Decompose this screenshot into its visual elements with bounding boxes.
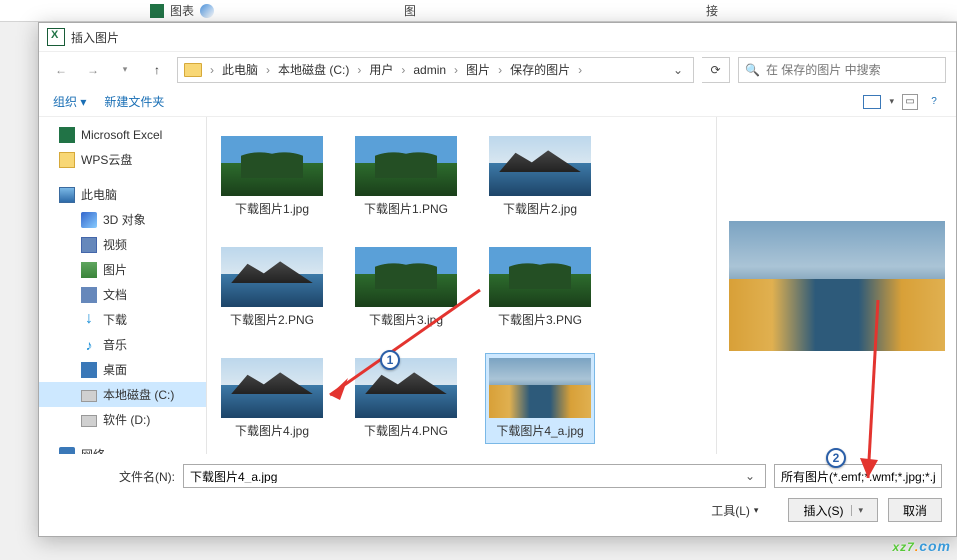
tree-item-3d[interactable]: 3D 对象 xyxy=(39,207,206,232)
cube-icon xyxy=(81,212,97,228)
forward-button[interactable]: → xyxy=(81,58,105,82)
background-ribbon: 图表 图 接 xyxy=(0,0,957,22)
disk-icon xyxy=(81,390,97,402)
file-name-label: 下载图片3.jpg xyxy=(369,311,443,328)
search-input[interactable] xyxy=(766,63,939,77)
filename-dropdown[interactable]: ⌄ xyxy=(741,469,759,483)
file-thumbnail xyxy=(489,247,591,307)
file-name-label: 下载图片4.jpg xyxy=(235,422,309,439)
preview-toggle-button[interactable]: ▭ xyxy=(902,94,918,110)
tree-item-wps[interactable]: WPS云盘 xyxy=(39,147,206,172)
pictures-icon xyxy=(81,262,97,278)
download-icon: ↓ xyxy=(81,312,97,328)
view-mode-button[interactable] xyxy=(863,95,881,109)
file-thumbnail xyxy=(355,358,457,418)
pc-icon xyxy=(59,187,75,203)
file-tile[interactable]: 下载图片4_a.jpg xyxy=(485,353,595,444)
cancel-button[interactable]: 取消 xyxy=(888,498,942,522)
desktop-icon xyxy=(81,362,97,378)
crumb[interactable]: 此电脑 xyxy=(218,61,262,78)
file-list[interactable]: 下载图片1.jpg 下载图片1.PNG 下载图片2.jpg 下载图片2.PNG 下载图片… xyxy=(207,117,716,454)
file-thumbnail xyxy=(489,358,591,418)
wps-folder-icon xyxy=(59,152,75,168)
network-icon xyxy=(59,447,75,455)
dialog-titlebar: 插入图片 xyxy=(39,23,956,51)
documents-icon xyxy=(81,287,97,303)
breadcrumb-dropdown[interactable]: ⌄ xyxy=(669,63,687,77)
file-name-label: 下载图片3.PNG xyxy=(498,311,582,328)
file-name-label: 下载图片4_a.jpg xyxy=(496,422,583,439)
file-tile[interactable]: 下载图片4.jpg xyxy=(217,353,327,444)
music-icon: ♪ xyxy=(81,337,97,353)
file-name-label: 下载图片1.jpg xyxy=(235,200,309,217)
disk-icon xyxy=(81,415,97,427)
file-tile[interactable]: 下载图片1.jpg xyxy=(217,131,327,222)
file-tile[interactable]: 下载图片3.PNG xyxy=(485,242,595,333)
file-type-filter[interactable]: 所有图片(*.emf;*.wmf;*.jpg;*.jp xyxy=(774,464,942,488)
tree-item-downloads[interactable]: ↓下载 xyxy=(39,307,206,332)
folder-icon xyxy=(184,63,202,77)
crumb[interactable]: 用户 xyxy=(365,61,397,78)
file-name-label: 下载图片1.PNG xyxy=(364,200,448,217)
refresh-button[interactable]: ⟳ xyxy=(702,57,730,83)
help-button[interactable]: ? xyxy=(926,94,942,110)
tree-item-pictures[interactable]: 图片 xyxy=(39,257,206,282)
tree-item-disk-c[interactable]: 本地磁盘 (C:) xyxy=(39,382,206,407)
excel-icon xyxy=(47,28,65,46)
crumb[interactable]: 本地磁盘 (C:) xyxy=(274,61,353,78)
search-box[interactable]: 🔍 xyxy=(738,57,946,83)
up-button[interactable]: ↑ xyxy=(145,58,169,82)
file-name-label: 下载图片4.PNG xyxy=(364,422,448,439)
filename-combobox[interactable]: ⌄ xyxy=(183,464,766,488)
tree-item-video[interactable]: 视频 xyxy=(39,232,206,257)
recent-dropdown[interactable]: ▾ xyxy=(113,58,137,82)
insert-button[interactable]: 插入(S) xyxy=(788,498,878,522)
navigation-pane[interactable]: Microsoft Excel WPS云盘 此电脑 3D 对象 视频 图片 文档… xyxy=(39,117,207,454)
file-tile[interactable]: 下载图片2.jpg xyxy=(485,131,595,222)
search-icon: 🔍 xyxy=(745,63,760,77)
toolbar-row: 组织 ▾ 新建文件夹 ▾ ▭ ? xyxy=(39,87,956,117)
insert-picture-dialog: 插入图片 ← → ▾ ↑ › 此电脑› 本地磁盘 (C:)› 用户› admin… xyxy=(38,22,957,537)
tree-item-desktop[interactable]: 桌面 xyxy=(39,357,206,382)
tree-item-excel[interactable]: Microsoft Excel xyxy=(39,123,206,147)
back-button[interactable]: ← xyxy=(49,58,73,82)
file-thumbnail xyxy=(221,136,323,196)
file-thumbnail xyxy=(355,247,457,307)
breadcrumb-bar[interactable]: › 此电脑› 本地磁盘 (C:)› 用户› admin› 图片› 保存的图片› … xyxy=(177,57,694,83)
file-tile[interactable]: 下载图片4.PNG xyxy=(351,353,461,444)
organize-button[interactable]: 组织 ▾ xyxy=(53,93,86,110)
new-folder-button[interactable]: 新建文件夹 xyxy=(104,93,164,110)
dialog-title: 插入图片 xyxy=(71,29,119,46)
file-tile[interactable]: 下载图片3.jpg xyxy=(351,242,461,333)
tools-menu[interactable]: 工具(L) ▾ xyxy=(711,502,758,519)
preview-pane xyxy=(716,117,956,454)
nav-row: ← → ▾ ↑ › 此电脑› 本地磁盘 (C:)› 用户› admin› 图片›… xyxy=(39,51,956,87)
excel-icon xyxy=(59,127,75,143)
file-tile[interactable]: 下载图片2.PNG xyxy=(217,242,327,333)
file-thumbnail xyxy=(221,358,323,418)
tree-item-music[interactable]: ♪音乐 xyxy=(39,332,206,357)
tree-item-this-pc[interactable]: 此电脑 xyxy=(39,182,206,207)
file-thumbnail xyxy=(489,136,591,196)
crumb[interactable]: admin xyxy=(409,63,450,77)
file-name-label: 下载图片2.jpg xyxy=(503,200,577,217)
preview-image xyxy=(729,221,945,351)
file-thumbnail xyxy=(221,247,323,307)
filename-input[interactable] xyxy=(190,469,741,483)
watermark: xz7.com xyxy=(893,538,952,554)
tree-item-network[interactable]: 网络 xyxy=(39,442,206,454)
tree-item-disk-d[interactable]: 软件 (D:) xyxy=(39,407,206,432)
file-name-label: 下载图片2.PNG xyxy=(230,311,314,328)
video-icon xyxy=(81,237,97,253)
filename-label: 文件名(N): xyxy=(119,468,175,485)
crumb[interactable]: 保存的图片 xyxy=(506,61,574,78)
crumb[interactable]: 图片 xyxy=(462,61,494,78)
file-thumbnail xyxy=(355,136,457,196)
tree-item-documents[interactable]: 文档 xyxy=(39,282,206,307)
file-tile[interactable]: 下载图片1.PNG xyxy=(351,131,461,222)
